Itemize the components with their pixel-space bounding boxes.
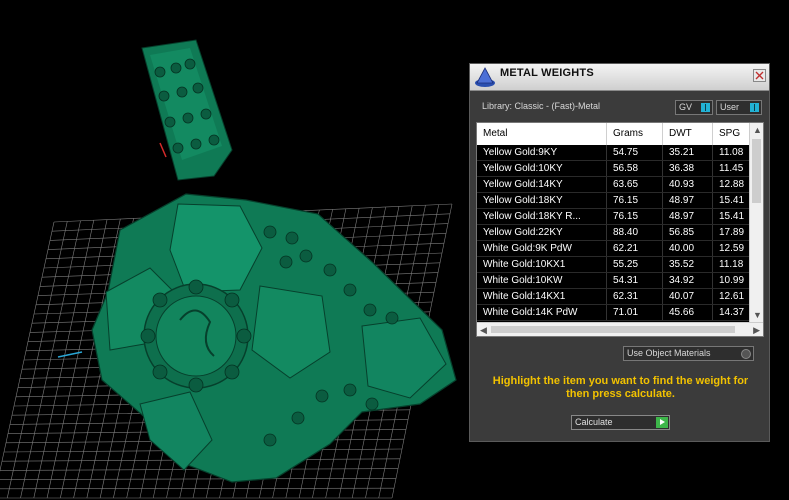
library-label: Library: Classic - (Fast)-Metal	[482, 101, 601, 111]
cell-dwt: 56.85	[663, 225, 713, 240]
gv-toggle-label: GV	[679, 102, 693, 112]
cell-metal: Yellow Gold:22KY	[477, 225, 607, 240]
table-row[interactable]: Yellow Gold:18KY 76.15 48.97 15.41	[477, 193, 749, 209]
cell-dwt: 45.66	[663, 305, 713, 320]
scroll-down-icon[interactable]: ▼	[753, 310, 762, 320]
close-button[interactable]	[753, 69, 766, 82]
play-icon	[656, 417, 668, 428]
cell-spg: 15.41	[719, 195, 745, 206]
cell-metal: White Gold:14KX1	[477, 289, 607, 304]
table-row[interactable]: White Gold:14K PdW 71.01 45.66 14.37	[477, 305, 749, 321]
cell-dwt: 40.93	[663, 177, 713, 192]
table-row[interactable]: White Gold:9K PdW 62.21 40.00 12.59	[477, 241, 749, 257]
dialog-title: METAL WEIGHTS	[500, 67, 594, 79]
cell-grams: 54.75	[607, 145, 663, 160]
horizontal-scroll-thumb[interactable]	[491, 326, 735, 333]
column-header-spg[interactable]: SPG	[713, 123, 753, 145]
metal-weights-dialog: METAL WEIGHTS Library: Classic - (Fast)-…	[469, 63, 770, 442]
gv-toggle[interactable]: GV	[675, 100, 713, 115]
user-toggle[interactable]: User	[716, 100, 762, 115]
dialog-titlebar[interactable]: METAL WEIGHTS	[470, 64, 769, 91]
user-toggle-indicator	[750, 103, 759, 112]
calculate-button[interactable]: Calculate	[571, 415, 670, 430]
cell-spg: 11.18	[719, 259, 744, 270]
scroll-up-icon[interactable]: ▲	[753, 125, 762, 135]
cell-grams: 76.15	[607, 193, 663, 208]
x-axis-marker	[57, 351, 83, 358]
table-row[interactable]: Yellow Gold:22KY 88.40 56.85 17.89	[477, 225, 749, 241]
cell-grams: 55.25	[607, 257, 663, 272]
vertical-scroll-thumb[interactable]	[752, 139, 761, 203]
cell-dwt: 34.92	[663, 273, 713, 288]
cell-metal: Yellow Gold:14KY	[477, 177, 607, 192]
user-toggle-label: User	[720, 102, 740, 112]
table-header: Metal Grams DWT SPG	[477, 123, 749, 145]
cell-spg: 10.99	[719, 275, 745, 286]
cell-spg: 17.89	[719, 227, 745, 238]
table-row[interactable]: White Gold:10KW 54.31 34.92 10.99	[477, 273, 749, 289]
cell-grams: 56.58	[607, 161, 663, 176]
cell-dwt: 40.07	[663, 289, 713, 304]
cell-spg: 11.45	[719, 163, 744, 174]
column-header-grams[interactable]: Grams	[607, 123, 663, 145]
app-logo-icon	[475, 67, 495, 87]
cell-metal: White Gold:14K PdW	[477, 305, 607, 320]
cell-grams: 88.40	[607, 225, 663, 240]
cell-grams: 54.31	[607, 273, 663, 288]
scroll-right-icon[interactable]: ▶	[753, 325, 760, 335]
metal-weights-table[interactable]: Metal Grams DWT SPG Yellow Gold:9KY 54.75…	[476, 122, 764, 337]
jewelry-3d-model	[91, 39, 457, 483]
cell-dwt: 36.38	[663, 161, 713, 176]
cell-spg: 12.61	[719, 291, 745, 302]
table-row[interactable]: Yellow Gold:14KY 63.65 40.93 12.88	[477, 177, 749, 193]
close-icon	[755, 71, 764, 80]
cell-spg: 14.37	[719, 307, 745, 318]
cell-spg: 12.88	[719, 179, 745, 190]
cell-grams: 62.31	[607, 289, 663, 304]
horizontal-scrollbar[interactable]: ◀ ▶	[477, 322, 763, 336]
cell-metal: Yellow Gold:9KY	[477, 145, 607, 160]
cell-grams: 62.21	[607, 241, 663, 256]
cell-dwt: 35.52	[663, 257, 713, 272]
instruction-text: Highlight the item you want to find the …	[492, 375, 749, 400]
table-row[interactable]: Yellow Gold:9KY 54.75 35.21 11.08	[477, 145, 749, 161]
cell-grams: 76.15	[607, 209, 663, 224]
table-row[interactable]: Yellow Gold:18KY R... 76.15 48.97 15.41	[477, 209, 749, 225]
calculate-label: Calculate	[575, 417, 613, 427]
cell-metal: Yellow Gold:18KY	[477, 193, 607, 208]
cell-dwt: 48.97	[663, 209, 713, 224]
column-header-metal[interactable]: Metal	[477, 123, 607, 145]
cell-metal: White Gold:10KW	[477, 273, 607, 288]
table-row[interactable]: White Gold:10KX1 55.25 35.52 11.18	[477, 257, 749, 273]
cell-grams: 71.01	[607, 305, 663, 320]
use-object-materials-toggle[interactable]: Use Object Materials	[623, 346, 754, 361]
cell-spg: 15.41	[719, 211, 745, 222]
cell-metal: Yellow Gold:10KY	[477, 161, 607, 176]
grid-line	[0, 487, 395, 490]
cell-metal: White Gold:10KX1	[477, 257, 607, 272]
cell-dwt: 40.00	[663, 241, 713, 256]
cell-metal: Yellow Gold:18KY R...	[477, 209, 607, 224]
cell-spg: 11.08	[719, 147, 744, 158]
cell-metal: White Gold:9K PdW	[477, 241, 607, 256]
gv-toggle-indicator	[701, 103, 710, 112]
grid-line	[0, 478, 397, 480]
cell-dwt: 48.97	[663, 193, 713, 208]
table-row[interactable]: Yellow Gold:10KY 56.58 36.38 11.45	[477, 161, 749, 177]
column-header-dwt[interactable]: DWT	[663, 123, 713, 145]
use-object-materials-label: Use Object Materials	[627, 348, 711, 358]
cell-spg: 12.59	[719, 243, 745, 254]
use-object-materials-radio[interactable]	[741, 349, 751, 359]
table-row[interactable]: White Gold:14KX1 62.31 40.07 12.61	[477, 289, 749, 305]
vertical-scrollbar[interactable]: ▲ ▼	[749, 123, 763, 322]
cell-dwt: 35.21	[663, 145, 713, 160]
y-axis-marker	[159, 142, 167, 158]
scroll-left-icon[interactable]: ◀	[480, 325, 487, 335]
table-body: Yellow Gold:9KY 54.75 35.21 11.08 Yellow Gol…	[477, 145, 749, 321]
cell-grams: 63.65	[607, 177, 663, 192]
